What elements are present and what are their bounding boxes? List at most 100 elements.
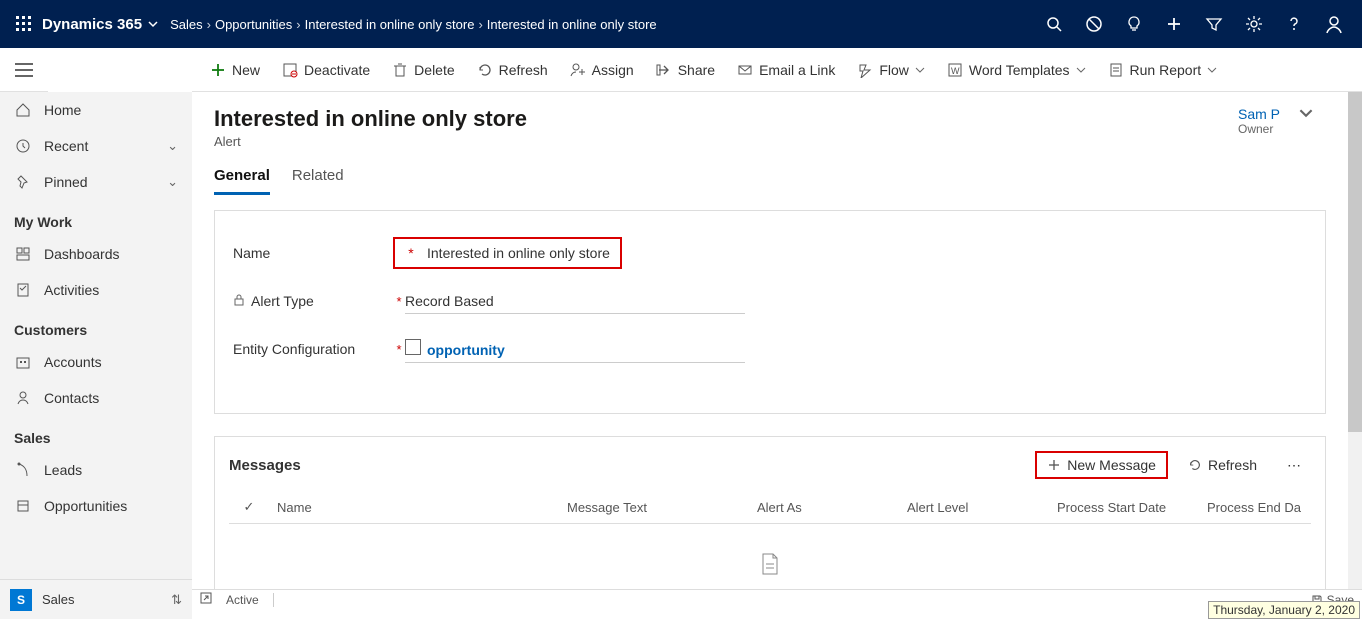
sitemap-toggle[interactable] [0,48,48,92]
required-icon: * [393,294,405,309]
cmd-word-templates[interactable]: WWord Templates [937,58,1096,82]
messages-subgrid: Messages New Message Refresh ⋯ ✓ Name Me… [214,436,1326,589]
group-mywork: My Work [0,200,192,236]
tab-general[interactable]: General [214,167,270,195]
help-icon[interactable] [1274,0,1314,48]
date-tooltip: Thursday, January 2, 2020 [1208,601,1360,619]
gear-icon[interactable] [1234,0,1274,48]
cmd-share[interactable]: Share [646,58,725,82]
nav-recent[interactable]: Recent⌄ [0,128,192,164]
area-label: Sales [42,592,161,607]
area-switcher[interactable]: S Sales ⇅ [0,579,192,619]
search-icon[interactable] [1034,0,1074,48]
dashboard-icon [14,246,32,262]
page-subtitle: Alert [214,134,527,149]
nav-opportunities[interactable]: Opportunities [0,488,192,524]
area-badge: S [10,589,32,611]
breadcrumb-3[interactable]: Interested in online only store [487,17,657,32]
new-message-button[interactable]: New Message [1035,451,1168,479]
cmd-new[interactable]: New [200,58,270,82]
group-sales: Sales [0,416,192,452]
pin-icon [14,174,32,190]
brand-caret-icon[interactable] [148,17,158,32]
label-entity-config: Entity Configuration [233,341,355,357]
field-name-highlight[interactable]: * Interested in online only store [393,237,622,269]
messages-title: Messages [229,457,301,474]
chevron-down-icon: ⌄ [167,138,178,154]
clock-icon [14,138,32,154]
cmd-run-report[interactable]: Run Report [1098,58,1228,82]
brand-label[interactable]: Dynamics 365 [42,16,142,33]
opportunities-icon [14,498,32,514]
nav-pinned[interactable]: Pinned⌄ [0,164,192,200]
document-icon [760,552,780,576]
entity-icon [405,339,421,355]
breadcrumb-2[interactable]: Interested in online only store [305,17,475,32]
entity-link[interactable]: opportunity [427,342,505,358]
chevron-down-icon: ⌄ [167,174,178,190]
grid-header: ✓ Name Message Text Alert As Alert Level… [229,491,1311,524]
svg-text:W: W [951,66,960,76]
accounts-icon [14,354,32,370]
field-entity-config[interactable]: opportunity [405,335,745,363]
scrollbar[interactable] [1348,92,1362,589]
field-alert-type[interactable]: Record Based [405,289,745,314]
form-section: Name * Interested in online only store Al… [214,210,1326,414]
cmd-assign[interactable]: Assign [560,58,644,82]
group-customers: Customers [0,308,192,344]
nav-dashboards[interactable]: Dashboards [0,236,192,272]
nav-contacts[interactable]: Contacts [0,380,192,416]
col-alert-level[interactable]: Alert Level [899,492,1049,523]
nav-activities[interactable]: Activities [0,272,192,308]
contacts-icon [14,390,32,406]
col-alert-as[interactable]: Alert As [749,492,899,523]
field-name-value: Interested in online only store [427,245,610,261]
col-message-text[interactable]: Message Text [559,492,749,523]
col-check[interactable]: ✓ [229,491,269,523]
filter-icon[interactable] [1194,0,1234,48]
updown-icon: ⇅ [171,592,182,608]
col-process-start[interactable]: Process Start Date [1049,492,1199,523]
user-icon[interactable] [1314,0,1354,48]
cmd-deactivate[interactable]: Deactivate [272,58,380,82]
required-icon: * [405,245,417,261]
nav-leads[interactable]: Leads [0,452,192,488]
app-launcher-icon[interactable] [8,8,40,40]
main-content: Interested in online only store Alert Sa… [192,92,1348,589]
sidebar: Home Recent⌄ Pinned⌄ My Work Dashboards … [0,92,192,619]
more-messages-button[interactable]: ⋯ [1277,453,1311,478]
owner-name[interactable]: Sam P [1238,106,1280,122]
status-popout-icon[interactable] [200,592,212,607]
page-title: Interested in online only store [214,106,527,132]
nav-accounts[interactable]: Accounts [0,344,192,380]
form-tabs: General Related [214,167,1326,196]
breadcrumb-sep: › [207,17,211,32]
refresh-messages-button[interactable]: Refresh [1178,453,1267,477]
cmd-delete[interactable]: Delete [382,58,464,82]
add-icon[interactable] [1154,0,1194,48]
task-icon[interactable] [1074,0,1114,48]
cmd-refresh[interactable]: Refresh [467,58,558,82]
required-icon: * [393,342,405,357]
breadcrumb-0[interactable]: Sales [170,17,203,32]
nav-home[interactable]: Home [0,92,192,128]
tab-related[interactable]: Related [292,167,344,195]
cmd-flow[interactable]: Flow [847,58,935,82]
label-name: Name [233,245,270,261]
label-alert-type: Alert Type [251,293,314,309]
breadcrumb-sep: › [296,17,300,32]
cmd-email-link[interactable]: Email a Link [727,58,845,82]
owner-label: Owner [1238,122,1280,136]
lock-icon [233,293,245,309]
header-expand-icon[interactable] [1286,106,1326,120]
status-active: Active [226,593,259,607]
status-bar: Active Save [192,589,1362,609]
breadcrumb-1[interactable]: Opportunities [215,17,292,32]
command-bar: New Deactivate Delete Refresh Assign Sha… [192,48,1362,92]
lightbulb-icon[interactable] [1114,0,1154,48]
home-icon [14,102,32,118]
global-nav: Dynamics 365 Sales › Opportunities › Int… [0,0,1362,48]
col-name[interactable]: Name [269,492,559,523]
leads-icon [14,462,32,478]
col-process-end[interactable]: Process End Da [1199,492,1311,523]
